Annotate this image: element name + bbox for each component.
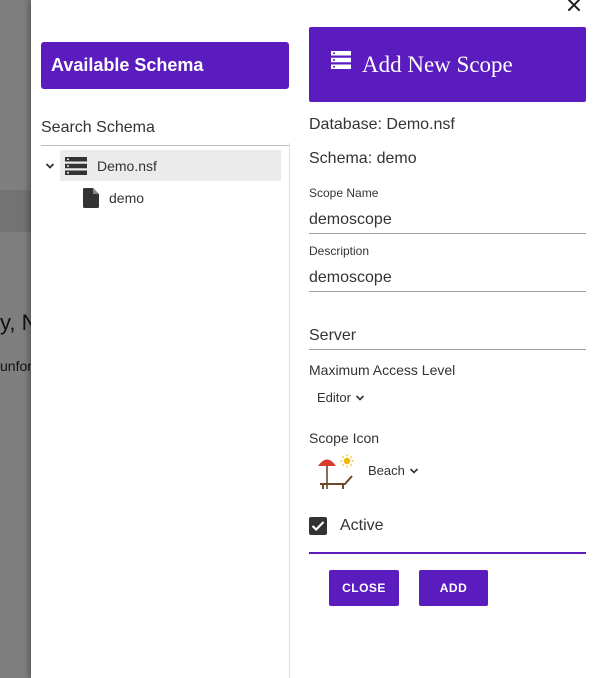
database-info: Database: Demo.nsf [309,116,455,133]
description-input[interactable] [309,266,586,290]
active-checkbox[interactable] [309,517,327,535]
list-icon [331,51,351,69]
add-button[interactable]: ADD [419,570,488,606]
chevron-down-icon [45,162,55,169]
close-button[interactable]: CLOSE [329,570,399,606]
scope-icon-value: Beach [368,463,405,478]
chevron-down-icon [409,467,418,474]
available-schema-header: Available Schema [41,42,289,89]
add-scope-form: Add New Scope Database: Demo.nsf Schema:… [309,0,586,678]
beach-icon [318,454,354,489]
active-checkbox-row[interactable]: Active [309,517,384,535]
database-icon [65,156,87,175]
scope-name-field [309,208,586,234]
tree-database-row[interactable]: Demo.nsf [60,150,281,181]
max-access-label: Maximum Access Level [309,362,456,378]
add-scope-title: Add New Scope [362,52,513,77]
tree-database-label: Demo.nsf [97,157,157,174]
server-input[interactable] [309,324,586,348]
max-access-value: Editor [317,390,351,405]
tree-node-schema[interactable]: demo [83,186,144,210]
active-label: Active [340,517,384,534]
schema-info: Schema: demo [309,150,417,167]
scope-name-label: Scope Name [309,186,379,200]
file-icon [83,188,99,208]
chevron-down-icon [355,394,365,401]
search-schema-field [41,112,289,146]
scope-icon-select[interactable]: Beach [368,463,419,478]
max-access-select[interactable]: Editor [317,390,365,405]
available-schema-title: Available Schema [51,55,204,75]
add-scope-drawer: Available Schema Demo.nsf [31,0,606,678]
checkmark-icon [311,521,325,532]
tree-node-database[interactable]: Demo.nsf [41,150,281,181]
tree-schema-label: demo [109,190,145,206]
add-scope-header: Add New Scope [309,27,586,102]
search-schema-input[interactable] [41,112,289,144]
description-label: Description [309,244,370,258]
schema-panel: Available Schema Demo.nsf [31,0,290,678]
active-underline [309,552,586,554]
scope-name-input[interactable] [309,208,586,232]
panel-divider [289,143,290,678]
server-field [309,324,586,350]
scope-icon-label: Scope Icon [309,430,380,446]
tree-expand-toggle[interactable] [41,150,59,181]
description-field [309,266,586,292]
